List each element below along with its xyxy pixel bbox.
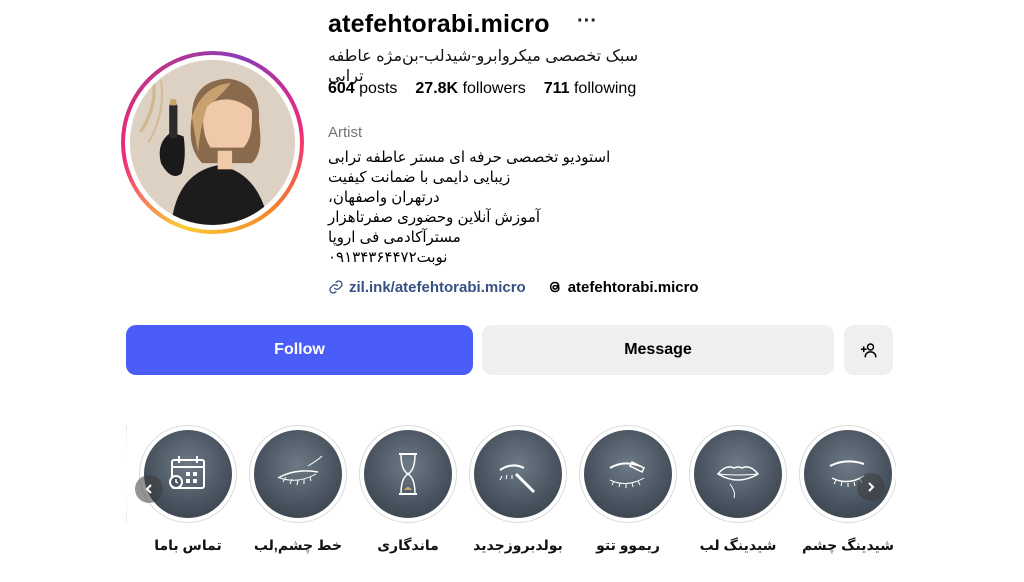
highlight-item[interactable]: ریموو تتو [578,425,678,554]
highlight-ring [469,425,567,523]
highlight-label: شیدینگ لب [699,537,777,553]
brow-tool-icon [499,464,536,494]
profile-category: Artist [328,124,363,141]
highlight-item[interactable]: ماندگاری [358,425,458,554]
highlight-cover [144,430,232,518]
highlight-ring [799,425,896,523]
highlight-cover [694,430,782,518]
profile-username: atefehtorabi.micro [328,10,550,38]
avatar-image [130,60,295,225]
following-label: following [573,80,637,97]
profile-bio: استودیو تخصصی حرفه ای مستر عاطفه ترابی ز… [328,148,628,268]
threads-handle: atefehtorabi.micro [567,278,699,296]
highlight-label: تماس باما [154,537,222,553]
posts-count: 604 [328,80,355,97]
avatar-border [125,55,300,230]
highlight-item[interactable]: بولدبروزجدید [468,425,568,554]
link-icon [329,280,343,294]
highlight-cover [254,430,342,518]
calendar-icon [169,456,205,489]
message-button[interactable]: Message [482,325,834,375]
bio-line: استودیو تخصصی حرفه ای مستر عاطفه ترابی [328,149,611,166]
highlight-partial-edge [126,425,130,523]
highlight-label: شیدینگ چشم [801,537,895,553]
highlight-label: خط چشم,لب [253,537,343,553]
story-highlights: تماس باما خط چشم,لب ماندگاری بولدبروزجدی… [126,425,896,565]
highlight-ring [359,425,457,523]
highlight-label: ماندگاری [377,537,439,553]
more-options-button[interactable]: ··· [577,10,597,33]
bio-line: آموزش آنلاین وحضوری صفرتاهزار [328,209,541,226]
following-stat[interactable]: 711 following [544,80,637,98]
profile-stats: 604 posts 27.8K followers 711 following [328,80,636,98]
following-count: 711 [543,80,570,97]
posts-label: posts [359,80,398,97]
profile-avatar-ring[interactable] [121,51,304,234]
lips-icon [716,466,760,499]
bio-line: مستر‌آکادمی فی اروپا [328,229,461,246]
bio-line: زیبایی دایمی با ضمانت کیفیت [328,169,511,186]
followers-label: followers [462,80,526,97]
highlight-item[interactable]: خط چشم,لب [248,425,348,554]
threads-link[interactable]: atefehtorabi.micro [546,278,699,296]
highlight-ring [249,425,347,523]
chevron-right-icon [868,482,875,492]
website-link[interactable]: zil.ink/atefehtorabi.micro [328,279,526,296]
highlight-item[interactable]: شیدینگ لب [688,425,788,554]
followers-stat[interactable]: 27.8K followers [415,80,525,98]
chevron-left-icon [145,484,152,494]
highlight-label: ریموو تتو [596,537,660,553]
highlight-ring [689,425,787,523]
highlight-cover [364,430,452,518]
bio-line: نوبت۰۹۱۳۴۳۶۴۴۷۲ [328,249,448,266]
highlight-label: بولدبروزجدید [473,537,563,553]
profile-links: zil.ink/atefehtorabi.micro atefehtorabi.… [328,278,699,296]
highlight-cover [584,430,672,518]
follow-button[interactable]: Follow [126,325,473,375]
highlight-cover [804,430,892,518]
highlight-cover [474,430,562,518]
eyeliner-icon [277,455,323,486]
suggested-users-button[interactable] [844,325,893,375]
followers-count: 27.8K [415,80,459,97]
hourglass-icon [399,453,417,495]
posts-stat[interactable]: 604 posts [328,80,397,98]
highlight-ring [139,425,237,523]
bio-line: درتهران واصفهان، [328,189,440,206]
threads-icon [549,281,560,293]
add-person-icon [860,343,876,358]
highlights-next-button[interactable] [857,473,885,501]
highlight-ring [579,425,677,523]
website-link-text: zil.ink/atefehtorabi.micro [349,278,526,296]
avatar [130,60,295,225]
brow-remove-icon [609,460,646,488]
highlights-prev-button[interactable] [135,475,163,503]
